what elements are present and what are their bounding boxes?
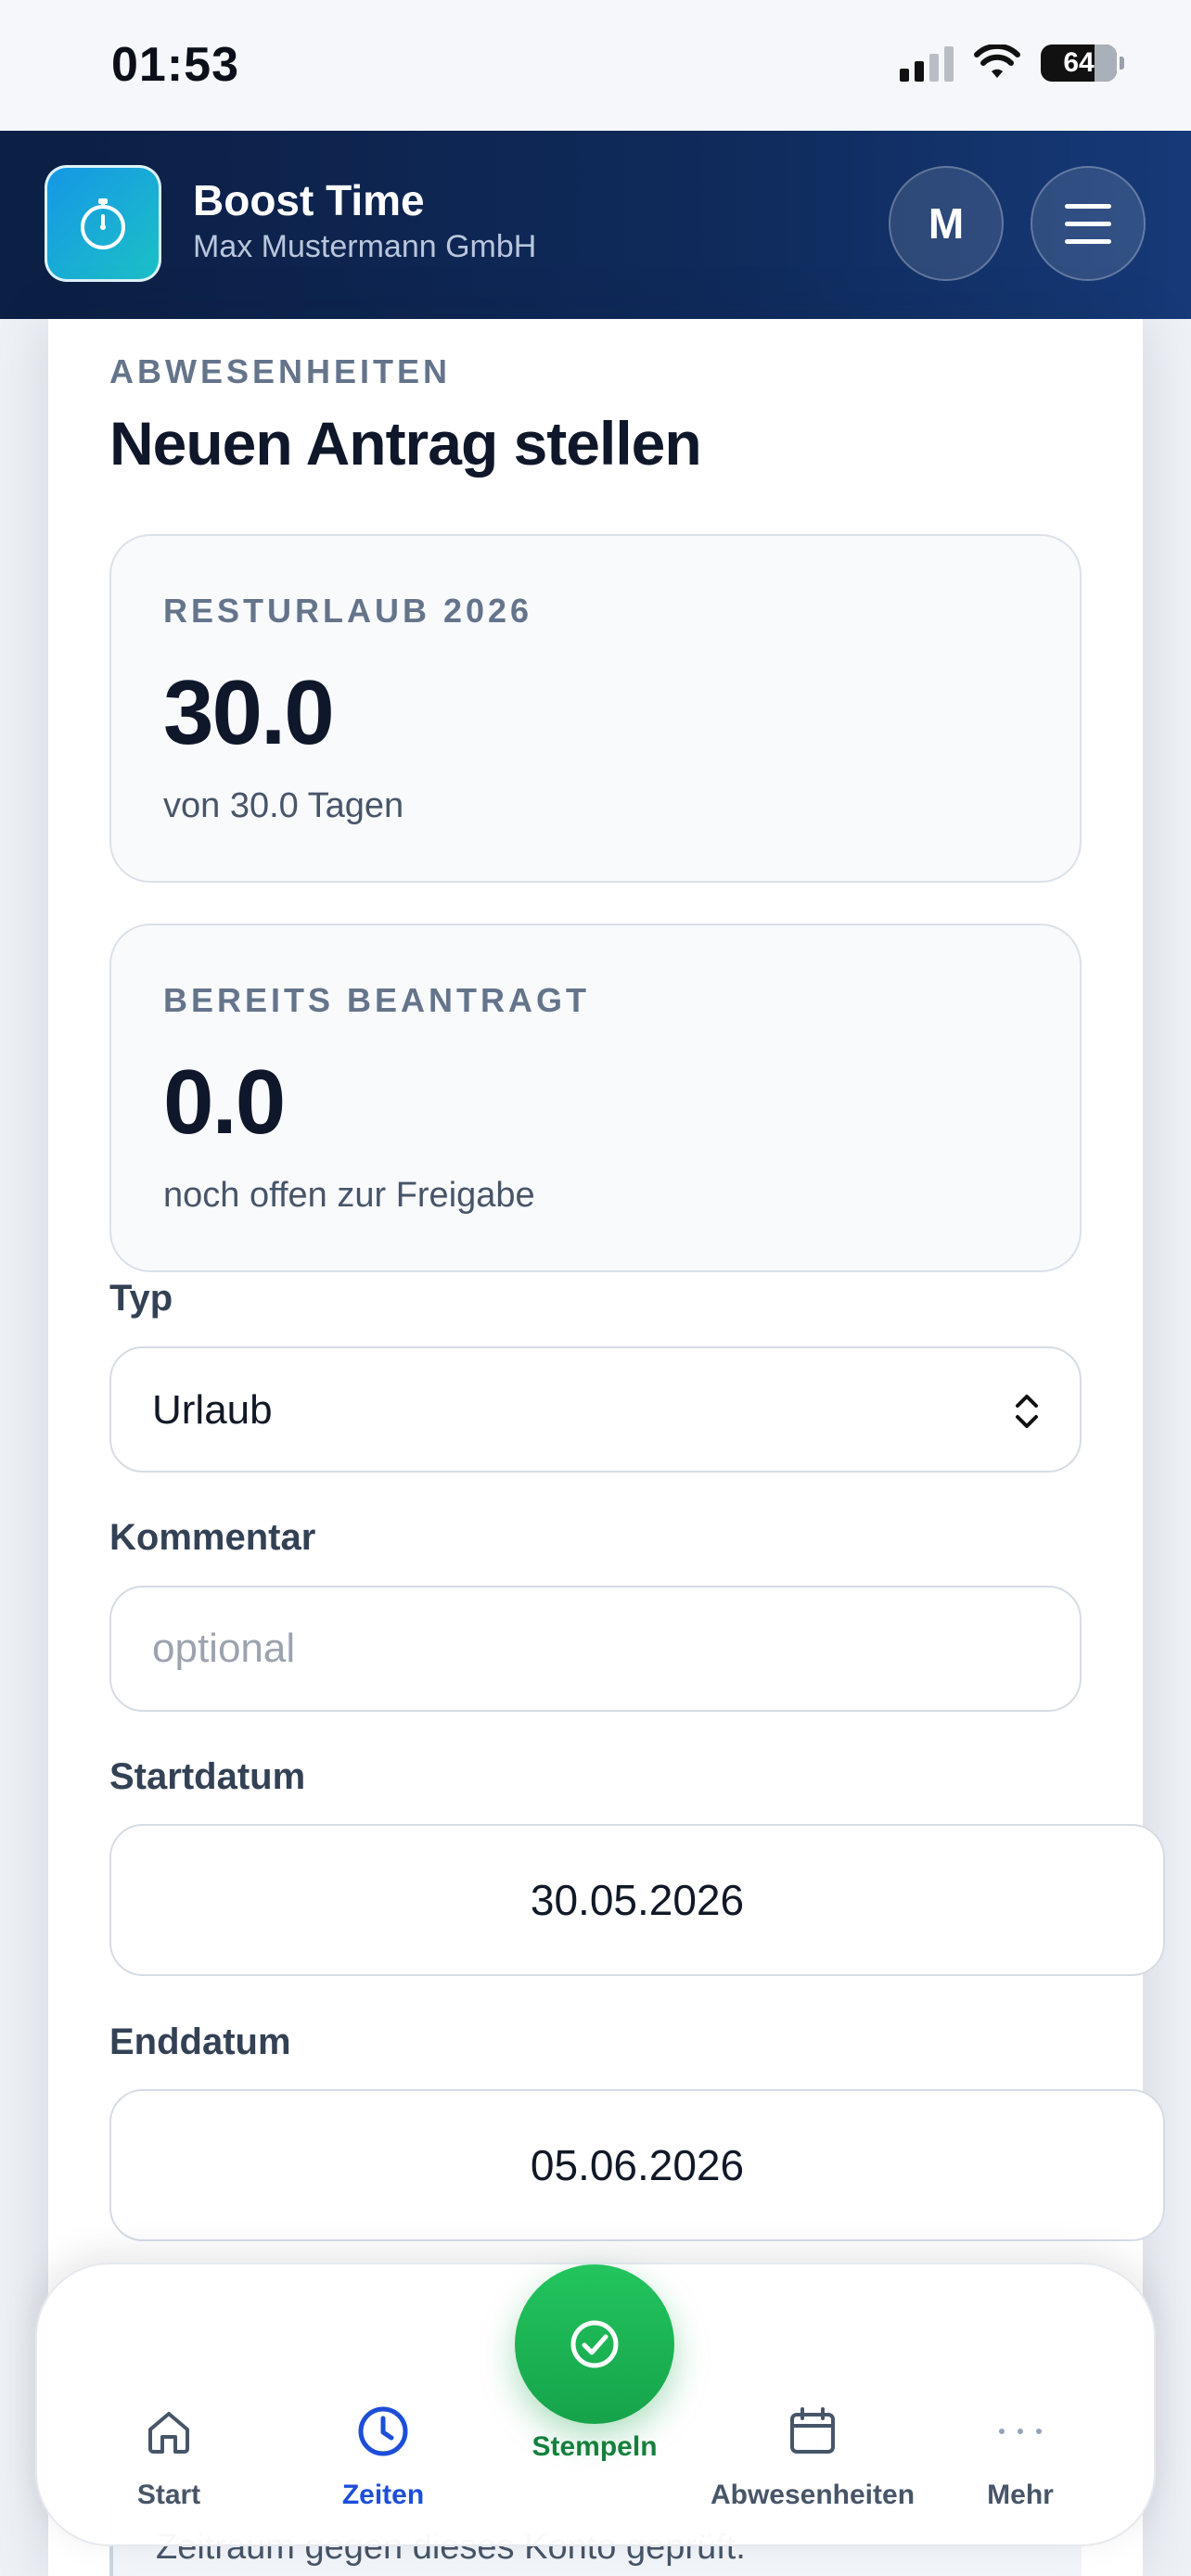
stat-label: RESTURLAUB 2026 (163, 592, 533, 630)
chevron-up-down-icon (1016, 1395, 1038, 1428)
comment-input[interactable] (109, 1586, 1082, 1712)
stat-value: 30.0 (163, 661, 335, 763)
status-time: 01:53 (111, 38, 239, 92)
nav-item-mehr[interactable]: Mehr (900, 2402, 1141, 2511)
company-name: Max Mustermann GmbH (193, 229, 537, 264)
comment-label: Kommentar (109, 1517, 316, 1558)
check-circle-icon (570, 2320, 619, 2368)
app-logo[interactable] (45, 165, 161, 282)
stat-note: noch offen zur Freigabe (163, 1176, 535, 1215)
nav-item-zeiten[interactable]: Zeiten (263, 2402, 504, 2511)
nav-label: Mehr (987, 2480, 1054, 2510)
home-icon (148, 2412, 189, 2454)
nav-label: Zeiten (341, 2480, 425, 2510)
clock-icon (358, 2406, 408, 2456)
stamp-fab-label: Stempeln (531, 2431, 658, 2462)
start-date-label: Startdatum (109, 1756, 306, 1797)
avatar-button[interactable]: M (889, 166, 1004, 281)
stat-value: 0.0 (163, 1051, 286, 1153)
nav-item-start[interactable]: Start (48, 2402, 289, 2511)
calendar-icon (790, 2407, 835, 2454)
end-date-label: Enddatum (109, 2021, 291, 2062)
remaining-vacation-card: RESTURLAUB 2026 30.0 von 30.0 Tagen (109, 534, 1082, 883)
nav-label: Start (136, 2480, 201, 2510)
app-title: Boost Time (193, 176, 425, 224)
start-date-field[interactable]: 30.05.2026 (109, 1824, 1165, 1976)
app-header: Boost Time Max Mustermann GmbH M (0, 131, 1191, 319)
stamp-fab-button[interactable] (515, 2264, 674, 2424)
section-eyebrow: ABWESENHEITEN (109, 352, 452, 390)
hamburger-menu-button[interactable] (1031, 166, 1146, 281)
stat-note: von 30.0 Tagen (163, 786, 404, 825)
requested-vacation-card: BEREITS BEANTRAGT 0.0 noch offen zur Fre… (109, 924, 1082, 1272)
stat-label: BEREITS BEANTRAGT (163, 981, 591, 1019)
battery-level: 64 (1063, 47, 1095, 78)
page-title: Neuen Antrag stellen (109, 409, 702, 478)
status-bar: 01:53 64 (0, 0, 1191, 131)
status-icons: 64 (900, 45, 1124, 82)
end-date-field[interactable]: 05.06.2026 (109, 2089, 1165, 2241)
stopwatch-icon (81, 198, 125, 249)
type-selected-value: Urlaub (152, 1387, 273, 1433)
nav-label: Abwesenheiten (710, 2480, 916, 2510)
type-label: Typ (109, 1278, 173, 1319)
battery-icon: 64 (1041, 45, 1124, 82)
type-select[interactable]: Urlaub (109, 1346, 1082, 1473)
wifi-icon (974, 45, 1020, 78)
cellular-signal-icon (900, 45, 954, 82)
nav-item-abwesenheiten[interactable]: Abwesenheiten (692, 2402, 933, 2511)
more-icon (999, 2429, 1042, 2434)
